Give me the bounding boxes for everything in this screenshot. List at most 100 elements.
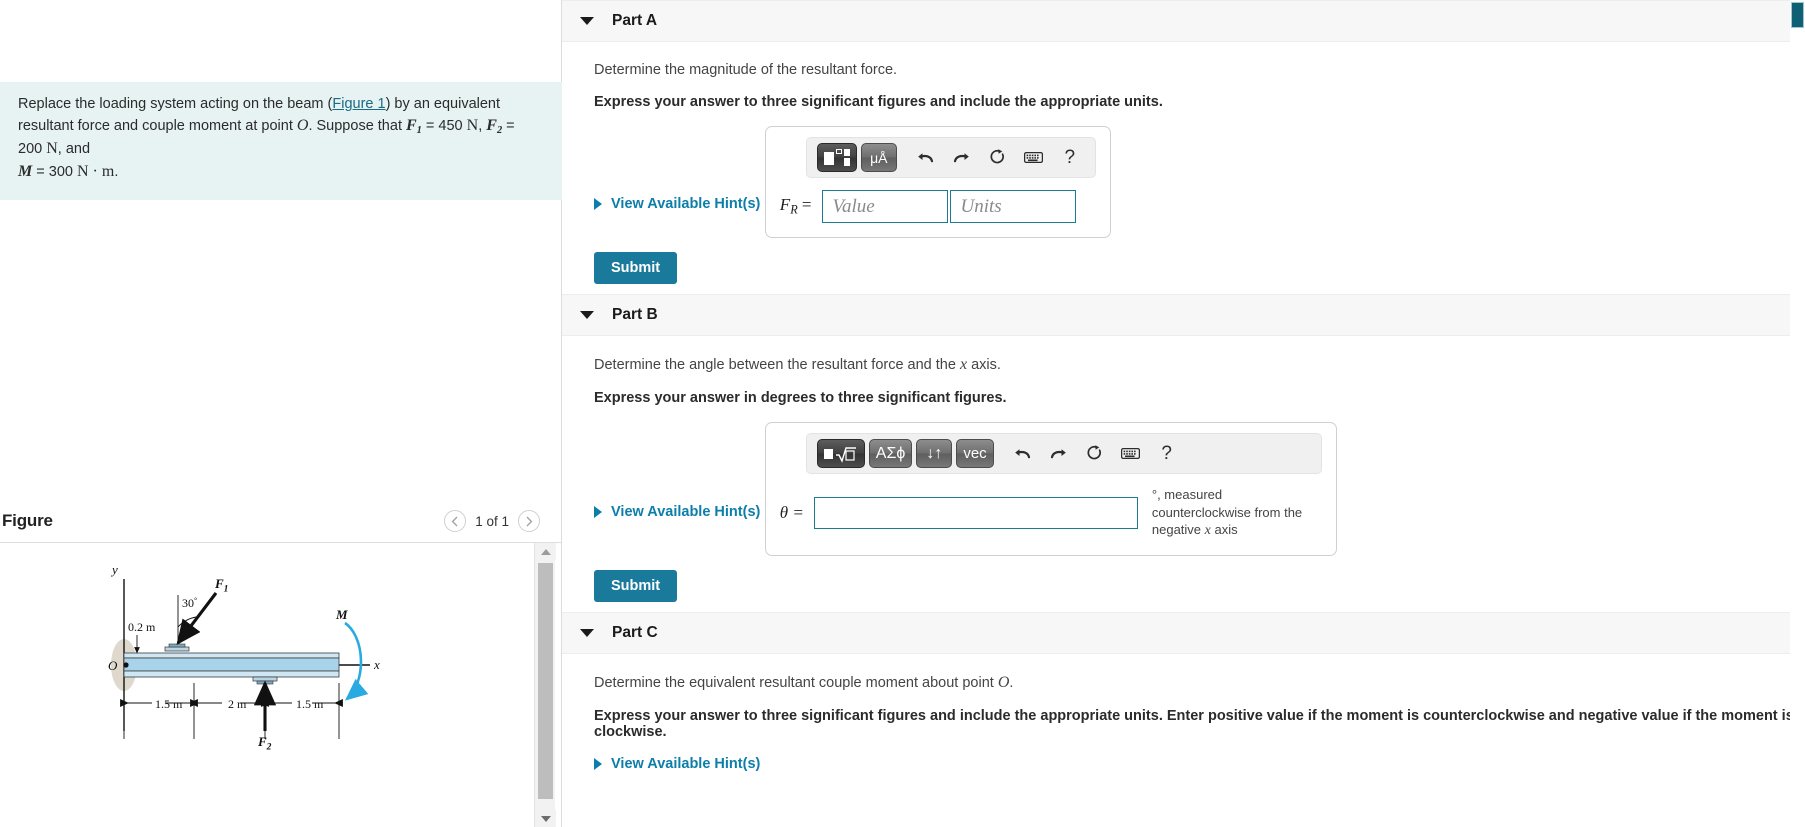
part-a-body: Determine the magnitude of the resultant… — [562, 42, 1805, 294]
figure-1-link[interactable]: Figure 1 — [332, 96, 385, 112]
origin-label: O — [108, 658, 118, 673]
point-o-symbol: O — [296, 116, 309, 134]
figure-prev-button[interactable] — [444, 510, 467, 532]
keyboard-icon[interactable] — [1116, 440, 1146, 468]
figure-pager: 1 of 1 — [444, 510, 540, 532]
part-b-prompt: Determine the angle between the resultan… — [594, 356, 1805, 374]
part-c-hints-label: View Available Hint(s) — [611, 755, 761, 772]
greek-button-label: ΑΣϕ — [875, 444, 906, 462]
collapse-caret-icon[interactable] — [580, 311, 594, 319]
m-value: = 300 — [32, 164, 77, 181]
part-c-title: Part C — [612, 623, 658, 641]
part-c-hints-toggle[interactable]: View Available Hint(s) — [594, 756, 760, 772]
part-b-hints-label: View Available Hint(s) — [611, 504, 761, 521]
part-a-title: Part A — [612, 12, 658, 29]
page-scroll-thumb[interactable] — [1791, 2, 1804, 28]
problem-text-part3: . Suppose that — [308, 117, 406, 134]
help-icon-label: ? — [1161, 442, 1172, 464]
part-b-body: Determine the angle between the resultan… — [562, 336, 1805, 612]
triangle-up-icon — [540, 548, 551, 555]
figure-scrollbar[interactable] — [534, 543, 556, 827]
part-b-hints-toggle[interactable]: View Available Hint(s) — [594, 504, 760, 520]
figure-header: Figure 1 of 1 — [0, 500, 562, 542]
f2-symbol: F — [486, 116, 497, 134]
dim1-label: 1.5 m — [155, 697, 183, 711]
undo-icon[interactable] — [911, 144, 941, 172]
part-a-answer-box: μÅ ? FR = — [764, 126, 1111, 238]
part-a-hints-toggle[interactable]: View Available Hint(s) — [594, 196, 760, 212]
page-scrollbar[interactable] — [1790, 0, 1805, 827]
units-button-label: μÅ — [870, 149, 888, 166]
template-icon — [823, 149, 850, 166]
help-icon[interactable]: ? — [1152, 440, 1182, 468]
problem-text-part1: Replace the loading system acting on the… — [18, 96, 333, 112]
part-b-answer-box: ΑΣϕ ↓↑ vec ? θ = °, measured countercloc… — [764, 422, 1337, 556]
part-a-units-input[interactable] — [949, 190, 1076, 223]
part-b-title: Part B — [612, 306, 658, 323]
figure-scroll-down-button[interactable] — [535, 810, 556, 827]
y-axis-label: y — [110, 562, 118, 577]
greek-button[interactable]: ΑΣϕ — [868, 439, 913, 468]
reset-icon[interactable] — [1080, 440, 1110, 468]
force1-label: F1 — [214, 576, 228, 595]
part-a-submit-button[interactable]: Submit — [594, 252, 678, 284]
help-icon-label: ? — [1064, 146, 1076, 168]
part-b-instruction: Express your answer in degrees to three … — [594, 390, 1007, 406]
part-c-header[interactable]: Part C — [562, 611, 1805, 654]
reset-icon[interactable] — [983, 144, 1013, 172]
problem-statement: Replace the loading system acting on the… — [0, 82, 562, 200]
template-button[interactable] — [816, 143, 857, 172]
angle-label: 30° — [182, 596, 197, 610]
vec-button-label: vec — [963, 445, 987, 462]
x-axis-label: x — [373, 657, 380, 672]
f1-value: = 450 — [421, 117, 467, 134]
part-c-prompt: Determine the equivalent resultant coupl… — [594, 674, 1805, 692]
part-a-instruction: Express your answer to three significant… — [594, 94, 1163, 110]
vec-button[interactable]: vec — [956, 439, 994, 468]
collapse-caret-icon[interactable] — [580, 628, 594, 637]
fr-subscript: R — [790, 202, 798, 217]
part-a-header[interactable]: Part A — [562, 0, 1805, 42]
page-root: Replace the loading system acting on the… — [0, 0, 1805, 827]
caret-right-icon — [594, 198, 602, 211]
sqrt-icon — [823, 445, 858, 463]
help-icon[interactable]: ? — [1055, 144, 1085, 172]
offset-label: 0.2 m — [128, 620, 156, 634]
arrows-button[interactable]: ↓↑ — [916, 439, 953, 468]
chevron-left-icon — [451, 516, 458, 526]
keyboard-icon[interactable] — [1019, 144, 1049, 172]
dim3-label: 1.5 m — [296, 697, 324, 711]
f2-unit: N — [46, 140, 58, 158]
redo-icon[interactable] — [947, 144, 977, 172]
sqrt-button[interactable] — [816, 439, 865, 468]
units-button[interactable]: μÅ — [860, 143, 897, 172]
figure-scroll-up-button[interactable] — [535, 543, 556, 560]
figure-scroll-thumb[interactable] — [538, 563, 553, 799]
part-b-input-row: θ = °, measured counterclockwise from th… — [780, 486, 1322, 541]
part-a-input-row: FR = — [780, 190, 1096, 223]
figure-title: Figure — [2, 511, 53, 530]
equals-sign: = — [797, 195, 812, 215]
part-a-value-input[interactable] — [821, 190, 948, 223]
part-b-math-toolbar: ΑΣϕ ↓↑ vec ? — [805, 433, 1322, 474]
beam-loading-diagram: y x O F1 30° 0.2 m F2 M 1.5 m 2 m 1.5 m — [108, 562, 380, 753]
part-b-theta-input[interactable] — [813, 497, 1138, 530]
undo-icon[interactable] — [1008, 440, 1038, 468]
part-b-prompt-text-a: Determine the angle between the resultan… — [594, 357, 960, 373]
part-a-math-toolbar: μÅ ? — [805, 137, 1096, 178]
chevron-right-icon — [526, 516, 533, 526]
part-b-submit-button[interactable]: Submit — [594, 569, 678, 602]
redo-icon[interactable] — [1044, 440, 1074, 468]
period: . — [114, 164, 119, 181]
force2-label: F2 — [257, 734, 272, 753]
caret-right-icon — [594, 506, 602, 519]
arrows-button-label: ↓↑ — [926, 444, 943, 462]
moment-label: M — [335, 607, 348, 622]
part-b-header[interactable]: Part B — [562, 294, 1805, 336]
unit-note-text-b: axis — [1210, 522, 1238, 538]
triangle-down-icon — [540, 815, 551, 822]
figure-page-indicator: 1 of 1 — [475, 513, 509, 529]
figure-next-button[interactable] — [518, 510, 540, 532]
collapse-caret-icon[interactable] — [580, 17, 594, 25]
